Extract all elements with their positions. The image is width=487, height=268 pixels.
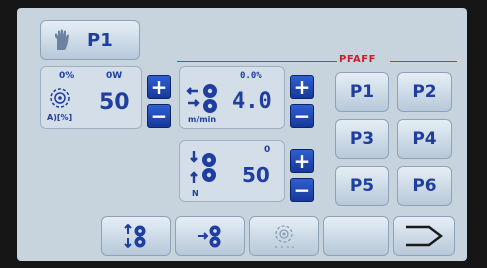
blank-button[interactable] (323, 216, 389, 256)
winder-inactive-icon (272, 223, 296, 249)
next-screen-button[interactable] (393, 216, 455, 256)
roller-pressure-icon (188, 149, 220, 185)
brand-line-right (390, 61, 457, 62)
program-mode-button[interactable]: P1 (40, 20, 140, 60)
winder-unit: A)[%] (47, 113, 73, 122)
program-button-p5[interactable]: P5 (335, 166, 389, 206)
program-button-p3[interactable]: P3 (335, 119, 389, 159)
speed-minus-button[interactable]: − (290, 104, 314, 128)
brand-logo: PFAFF (339, 54, 376, 65)
roller-advance-icon (197, 224, 223, 248)
program-button-p2[interactable]: P2 (397, 72, 452, 112)
winder-toggle-button[interactable] (249, 216, 319, 256)
roller-feed-icon (186, 81, 220, 115)
speed-plus-button[interactable]: + (290, 75, 314, 99)
brand-line-left (177, 61, 337, 62)
pressure-panel[interactable]: 0 50 N (179, 140, 285, 202)
winder-plus-button[interactable]: + (147, 75, 171, 99)
pressure-minus-button[interactable]: − (290, 178, 314, 202)
winder-value: 50 (99, 90, 130, 115)
speed-value: 4.0 (232, 89, 272, 114)
pressure-plus-button[interactable]: + (290, 149, 314, 173)
bobbin-winder-icon (49, 87, 71, 109)
program-label: P1 (87, 29, 113, 51)
next-arrow-icon (403, 222, 445, 250)
winder-top-right: 0W (106, 71, 123, 81)
speed-top-value: 0.0% (240, 71, 262, 81)
roller-advance-button[interactable] (175, 216, 245, 256)
pressure-value: 50 (242, 163, 270, 187)
winder-panel[interactable]: 0% 0W 50 A)[%] (40, 66, 142, 129)
winder-minus-button[interactable]: − (147, 104, 171, 128)
program-button-p4[interactable]: P4 (397, 119, 452, 159)
hand-icon (53, 29, 71, 51)
speed-panel[interactable]: 0.0% 4.0 m/min (179, 66, 285, 129)
touch-screen: P1 PFAFF 0% 0W 50 A)[%] + − 0.0% 4.0 m/m… (17, 8, 467, 261)
pressure-top-value: 0 (264, 145, 271, 155)
roller-lift-icon (123, 224, 149, 248)
program-button-p6[interactable]: P6 (397, 166, 452, 206)
program-button-p1[interactable]: P1 (335, 72, 389, 112)
pressure-unit: N (192, 189, 199, 198)
speed-unit: m/min (188, 115, 217, 124)
roller-lift-button[interactable] (101, 216, 171, 256)
winder-top-left: 0% (59, 71, 75, 81)
